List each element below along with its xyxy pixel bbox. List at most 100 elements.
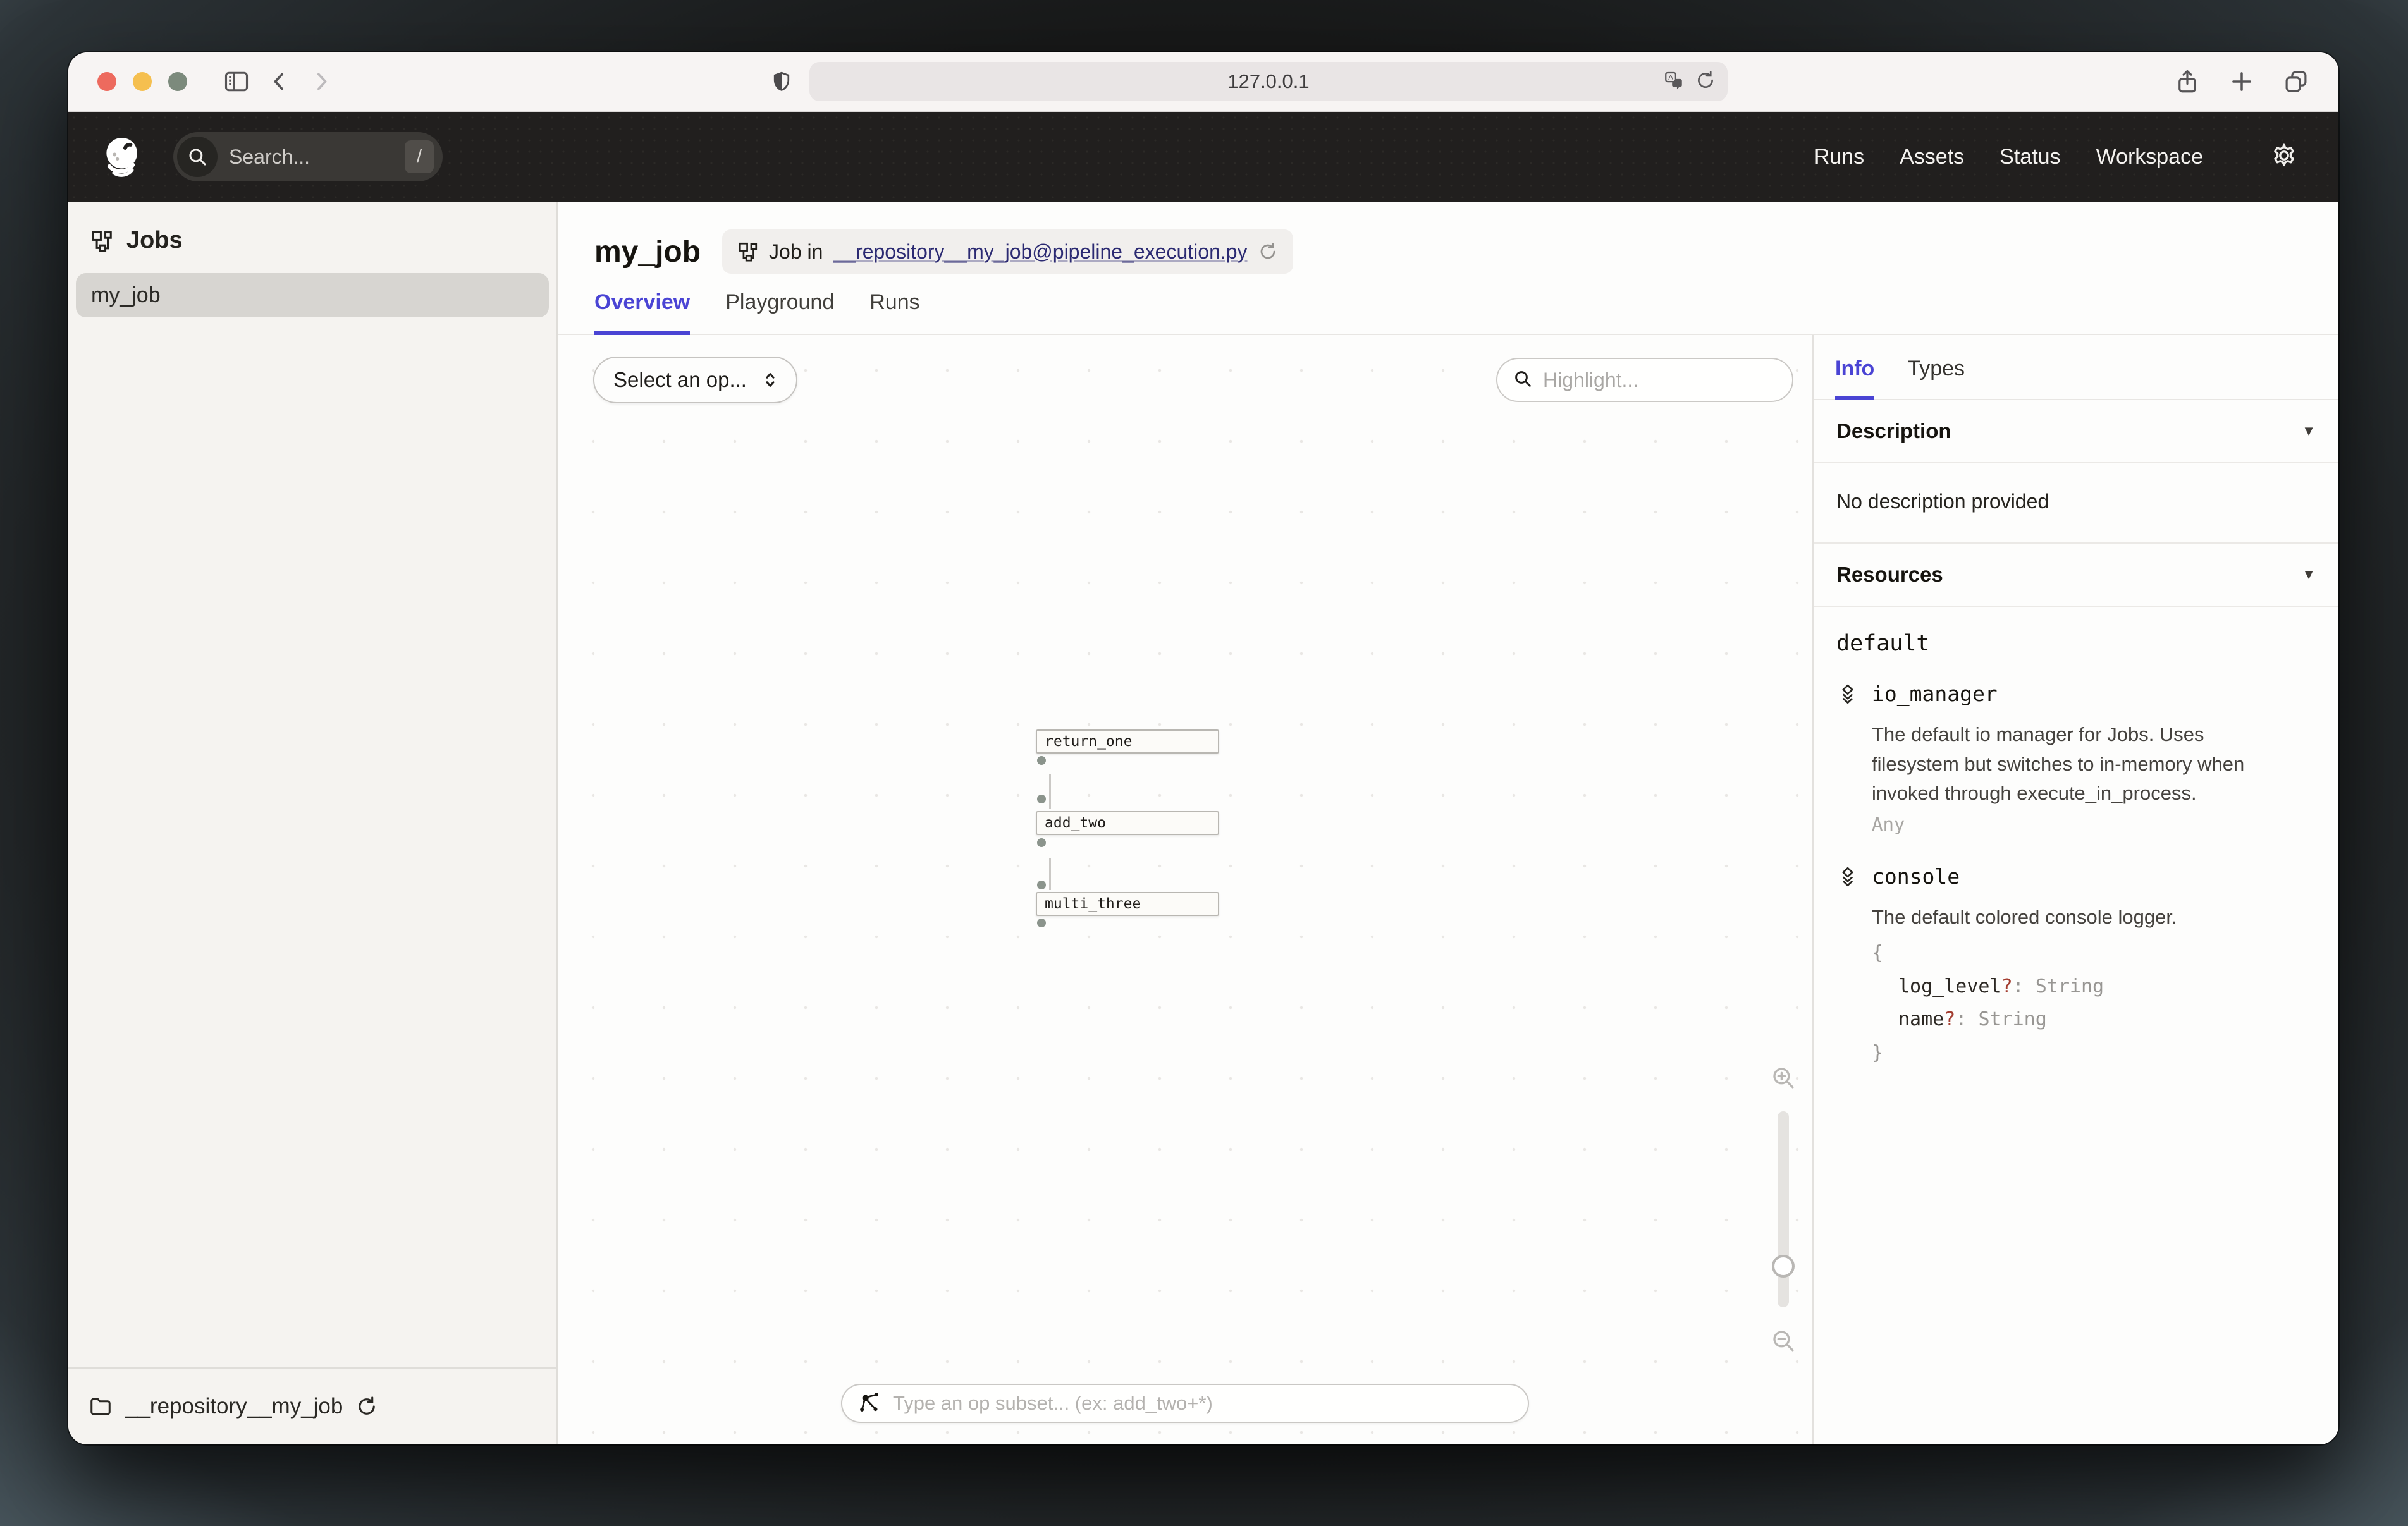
resources-section-header[interactable]: Resources ▼	[1814, 544, 2338, 607]
nav-status[interactable]: Status	[2000, 145, 2060, 169]
sidebar-header: Jobs	[68, 202, 556, 273]
sidebar-toggle-icon[interactable]	[223, 68, 250, 95]
chrome-actions	[2174, 68, 2309, 95]
zoom-window-button[interactable]	[168, 72, 187, 91]
new-tab-icon[interactable]	[2228, 68, 2255, 95]
nav-workspace[interactable]: Workspace	[2096, 145, 2203, 169]
reload-repository-icon[interactable]	[355, 1395, 378, 1418]
op-subset-icon	[857, 1390, 882, 1417]
tab-runs[interactable]: Runs	[869, 290, 919, 335]
search-icon	[1513, 369, 1533, 392]
privacy-shield-icon[interactable]	[770, 70, 793, 93]
folder-icon	[89, 1395, 113, 1419]
forward-button[interactable]	[309, 69, 334, 94]
op-node-multi-three[interactable]: multi_three	[1036, 892, 1219, 916]
search-shortcut-badge: /	[405, 140, 434, 173]
schema-open-brace: {	[1872, 937, 2177, 970]
resource-console: console The default colored console logg…	[1836, 864, 2316, 1070]
browser-window: A	[68, 52, 2338, 1444]
resource-name: io_manager	[1872, 681, 2276, 706]
panel-tab-types[interactable]: Types	[1907, 357, 1965, 400]
collapse-caret-icon: ▼	[2302, 566, 2316, 583]
resources-body: default io_manager The default io manage…	[1814, 607, 2338, 1123]
sidebar-footer: __repository__my_job	[68, 1367, 556, 1444]
zoom-in-icon[interactable]	[1770, 1065, 1797, 1091]
close-window-button[interactable]	[97, 72, 116, 91]
collapse-caret-icon: ▼	[2302, 423, 2316, 439]
op-selector-dropdown[interactable]: Select an op...	[593, 357, 797, 403]
address-bar[interactable]: A	[809, 62, 1728, 101]
panel-tabs: Info Types	[1814, 335, 2338, 400]
translate-icon[interactable]: A	[1663, 70, 1685, 94]
info-panel: Info Types Description ▼ No description …	[1812, 335, 2338, 1444]
highlight-input[interactable]	[1543, 369, 1777, 392]
panel-tab-info[interactable]: Info	[1835, 357, 1874, 400]
job-origin-link[interactable]: __repository__my_job@pipeline_execution.…	[833, 240, 1247, 264]
app-header: / Runs Assets Status Workspace	[68, 112, 2338, 202]
nav-assets[interactable]: Assets	[1900, 145, 1964, 169]
resources-title: Resources	[1836, 563, 1943, 587]
input-port-dot	[1037, 881, 1046, 889]
search-icon	[177, 137, 218, 177]
resource-icon	[1836, 681, 1859, 835]
top-nav: Runs Assets Status Workspace	[1814, 145, 2203, 169]
svg-text:A: A	[1668, 74, 1673, 82]
browser-chrome: A	[68, 52, 2338, 112]
schema-field: name?: String	[1872, 1003, 2177, 1037]
zoom-controls	[1768, 1065, 1798, 1354]
zoom-slider-thumb[interactable]	[1772, 1255, 1795, 1278]
job-graph-icon	[90, 229, 114, 253]
op-node-add-two[interactable]: add_two	[1036, 811, 1219, 835]
window-controls	[97, 72, 187, 91]
settings-gear-icon[interactable]	[2270, 142, 2298, 173]
input-port-dot	[1037, 795, 1046, 803]
nav-runs[interactable]: Runs	[1814, 145, 1864, 169]
output-port-dot	[1037, 838, 1046, 847]
zoom-out-icon[interactable]	[1770, 1328, 1797, 1354]
output-port-dot	[1037, 756, 1046, 765]
address-zone: A	[350, 62, 2147, 101]
job-origin-tag: Job in __repository__my_job@pipeline_exe…	[722, 229, 1293, 274]
schema-close-brace: }	[1872, 1037, 2177, 1070]
op-subset-filter[interactable]	[841, 1384, 1529, 1423]
zoom-slider-track[interactable]	[1778, 1111, 1789, 1307]
op-subset-input[interactable]	[893, 1392, 1513, 1415]
description-section-header[interactable]: Description ▼	[1814, 400, 2338, 463]
job-origin-prefix: Job in	[769, 240, 823, 264]
resource-description: The default colored console logger.	[1872, 903, 2177, 932]
jobs-sidebar: Jobs my_job __repository__my_job	[68, 202, 558, 1444]
select-chevrons-icon	[761, 370, 780, 389]
sidebar-title: Jobs	[126, 227, 183, 254]
edge-add-two-to-multi-three	[1049, 858, 1051, 890]
reload-job-icon[interactable]	[1258, 241, 1278, 262]
global-search[interactable]: /	[173, 132, 443, 181]
reload-icon[interactable]	[1695, 70, 1716, 94]
resource-icon	[1836, 864, 1859, 1070]
tab-overview-icon[interactable]	[2283, 68, 2309, 95]
dagster-logo[interactable]	[100, 133, 147, 180]
url-input[interactable]	[823, 70, 1714, 93]
sidebar-item-my-job[interactable]: my_job	[76, 273, 549, 317]
output-port-dot	[1037, 919, 1046, 927]
tab-overview[interactable]: Overview	[594, 290, 690, 335]
resource-type: Any	[1872, 814, 2276, 835]
minimize-window-button[interactable]	[133, 72, 152, 91]
resource-io-manager: io_manager The default io manager for Jo…	[1836, 681, 2316, 835]
resource-group-name: default	[1836, 631, 2316, 656]
op-node-return-one[interactable]: return_one	[1036, 729, 1219, 754]
schema-field: log_level?: String	[1872, 970, 2177, 1004]
op-graph-canvas[interactable]: Select an op...	[558, 335, 1812, 1444]
resource-description: The default io manager for Jobs. Uses fi…	[1872, 720, 2276, 809]
edge-return-one-to-add-two	[1049, 774, 1051, 809]
highlight-search[interactable]	[1496, 358, 1793, 402]
back-button[interactable]	[267, 69, 292, 94]
search-input[interactable]	[229, 145, 393, 169]
job-tabs: Overview Playground Runs	[558, 290, 2338, 335]
job-graph-icon	[737, 241, 759, 262]
op-selector-label: Select an op...	[613, 368, 747, 392]
share-icon[interactable]	[2174, 68, 2201, 95]
description-body: No description provided	[1814, 463, 2338, 544]
repository-name[interactable]: __repository__my_job	[125, 1394, 343, 1419]
tab-playground[interactable]: Playground	[725, 290, 834, 335]
config-schema: { log_level?: String name?: String }	[1872, 937, 2177, 1070]
